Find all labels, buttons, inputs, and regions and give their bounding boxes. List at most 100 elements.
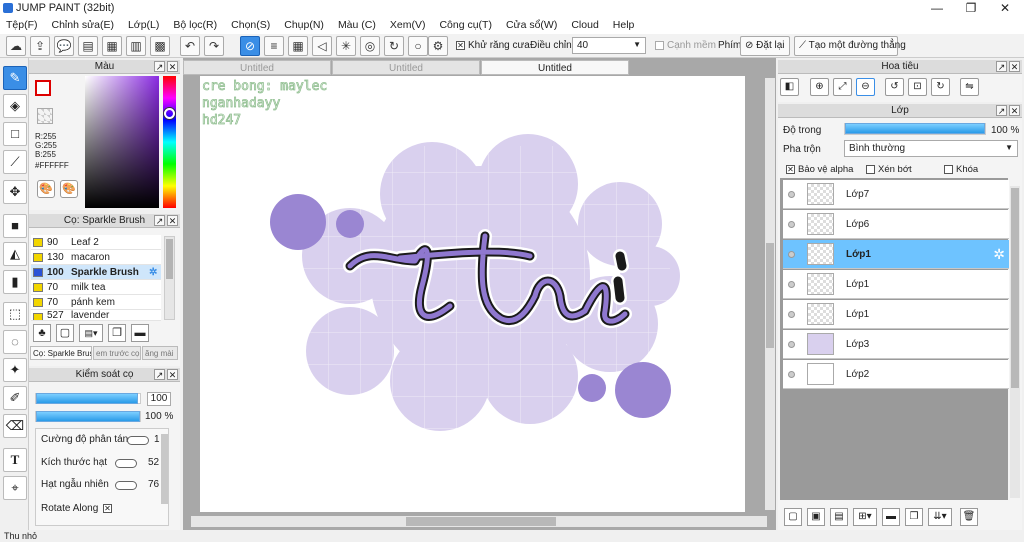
maximize-button[interactable]: ❐: [954, 0, 988, 16]
visibility-icon[interactable]: [788, 191, 795, 198]
perspective-snap-icon[interactable]: ◁: [312, 36, 332, 56]
visibility-icon[interactable]: [788, 281, 795, 288]
document-tab[interactable]: Untitled: [332, 60, 480, 75]
hue-slider-thumb[interactable]: [164, 108, 175, 119]
soft-edge-checkbox[interactable]: Cạnh mềm: [655, 40, 716, 51]
grain-random-slider[interactable]: [115, 481, 137, 490]
menu-capture[interactable]: Chụp(N): [284, 19, 324, 31]
close-button[interactable]: ✕: [988, 0, 1022, 16]
menu-cloud[interactable]: Cloud: [571, 19, 598, 31]
grid-snap-icon[interactable]: ▦: [288, 36, 308, 56]
menu-file[interactable]: Tệp(F): [6, 19, 38, 31]
float-panel-icon[interactable]: ↗: [154, 215, 165, 226]
eyedropper-tool-icon[interactable]: ⌖: [3, 476, 27, 500]
menu-help[interactable]: Help: [613, 19, 635, 31]
rotate-left-icon[interactable]: ↺: [885, 78, 904, 96]
params-scrollbar[interactable]: [161, 434, 168, 504]
brush-size-slider[interactable]: [35, 393, 141, 404]
magic-wand-tool-icon[interactable]: ✦: [3, 358, 27, 382]
eraser-tool-icon[interactable]: ◈: [3, 94, 27, 118]
layer-row[interactable]: Lớp3: [783, 330, 1009, 359]
delete-layer-icon[interactable]: 🗑: [960, 508, 978, 526]
radial-snap-icon[interactable]: ✳: [336, 36, 356, 56]
hue-slider[interactable]: [163, 76, 176, 208]
float-panel-icon[interactable]: ↗: [154, 369, 165, 380]
select-tool-icon[interactable]: ⬚: [3, 302, 27, 326]
gradient-tool-icon[interactable]: ▮: [3, 270, 27, 294]
minimize-button[interactable]: —: [920, 0, 954, 16]
lasso-tool-icon[interactable]: ◌: [3, 330, 27, 354]
menu-view[interactable]: Xem(V): [390, 19, 426, 31]
fill-shape-tool-icon[interactable]: ■: [3, 214, 27, 238]
scatter-toggle[interactable]: [127, 436, 149, 445]
visibility-icon[interactable]: [788, 251, 795, 258]
flip-canvas-icon[interactable]: ⇋: [960, 78, 979, 96]
hscroll-thumb[interactable]: [406, 517, 556, 526]
menu-edit[interactable]: Chỉnh sửa(E): [52, 19, 114, 31]
layer-row[interactable]: Lớp2: [783, 360, 1009, 389]
new-layer-1bit-icon[interactable]: ▣: [807, 508, 825, 526]
message-icon[interactable]: ▤: [78, 36, 98, 56]
grid-settings-icon[interactable]: ▩: [150, 36, 170, 56]
export-icon[interactable]: ⇪: [30, 36, 50, 56]
text-tool-icon[interactable]: T: [3, 448, 27, 472]
layer-row[interactable]: Lớp1: [783, 300, 1009, 329]
brush-menu-icon[interactable]: ▤▾: [79, 324, 103, 342]
layer-folder-icon[interactable]: ▬: [882, 508, 900, 526]
saturation-value-picker[interactable]: [85, 76, 159, 208]
layer-row-selected[interactable]: Lớp1 ✲: [783, 240, 1009, 269]
zoom-in-icon[interactable]: ⊕: [810, 78, 829, 96]
primary-color-swatch[interactable]: [35, 80, 51, 96]
scrollbar-thumb[interactable]: [1011, 188, 1019, 388]
close-panel-icon[interactable]: ✕: [167, 215, 178, 226]
undo-icon[interactable]: ↶: [180, 36, 200, 56]
folder-icon[interactable]: ▬: [131, 324, 149, 342]
straight-line-button[interactable]: ⟋ Tạo một đường thẳng: [794, 36, 906, 56]
bucket-tool-icon[interactable]: ◭: [3, 242, 27, 266]
vscroll-thumb[interactable]: [766, 243, 774, 348]
layer-row[interactable]: Lớp1: [783, 270, 1009, 299]
blend-mode-dropdown[interactable]: Bình thường ▼: [844, 140, 1018, 157]
line-tool-icon[interactable]: ⟋: [3, 150, 27, 174]
add-layer-menu-icon[interactable]: ⊞▾: [853, 508, 877, 526]
brush-item[interactable]: 70 milk tea: [31, 280, 161, 295]
snap-off-icon[interactable]: ⊘: [240, 36, 260, 56]
circle-snap-icon[interactable]: ◎: [360, 36, 380, 56]
brush-tool-icon[interactable]: ✎: [3, 66, 27, 90]
close-panel-icon[interactable]: ✕: [1009, 61, 1020, 72]
new-brush-icon[interactable]: ▢: [56, 324, 74, 342]
circle-icon[interactable]: ○: [408, 36, 428, 56]
duplicate-layer-icon[interactable]: ❐: [905, 508, 923, 526]
grain-size-slider[interactable]: [115, 459, 137, 468]
document-tab-active[interactable]: Untitled: [481, 60, 629, 75]
close-panel-icon[interactable]: ✕: [167, 369, 178, 380]
close-panel-icon[interactable]: ✕: [167, 61, 178, 72]
comment-icon[interactable]: 💬: [54, 36, 74, 56]
page-icon[interactable]: ▥: [126, 36, 146, 56]
layer-row[interactable]: Lớp6: [783, 210, 1009, 239]
navigator-toggle-icon[interactable]: ◧: [780, 78, 799, 96]
float-panel-icon[interactable]: ↗: [996, 61, 1007, 72]
reset-button[interactable]: ⊘ Đặt lại: [740, 36, 790, 56]
brush-pin-icon[interactable]: ♣: [33, 324, 51, 342]
fit-window-icon[interactable]: ⤢: [833, 78, 852, 96]
visibility-icon[interactable]: [788, 221, 795, 228]
lock-checkbox[interactable]: Khóa: [944, 164, 978, 175]
new-layer-icon[interactable]: ▢: [784, 508, 802, 526]
curve-snap-icon[interactable]: ↻: [384, 36, 404, 56]
brush-item[interactable]: 70 pánh kem: [31, 295, 161, 310]
brush-size-value[interactable]: 100: [147, 392, 171, 406]
layer-row[interactable]: Lớp7: [783, 180, 1009, 209]
move-tool-icon[interactable]: ✥: [3, 180, 27, 204]
clip-checkbox[interactable]: Xén bớt: [866, 164, 912, 175]
brush-item-selected[interactable]: 100 Sparkle Brush ✲: [31, 265, 161, 280]
visibility-icon[interactable]: [788, 341, 795, 348]
scrollbar-thumb[interactable]: [166, 239, 173, 279]
duplicate-brush-icon[interactable]: ❐: [108, 324, 126, 342]
brush-item[interactable]: 130 macaron: [31, 250, 161, 265]
vertical-scrollbar[interactable]: [765, 78, 775, 510]
palette-icon[interactable]: 🎨: [37, 180, 55, 198]
settings-icon[interactable]: ⚙: [428, 36, 448, 56]
parallel-snap-icon[interactable]: ≡: [264, 36, 284, 56]
brush-item[interactable]: 90 Leaf 2: [31, 235, 161, 250]
